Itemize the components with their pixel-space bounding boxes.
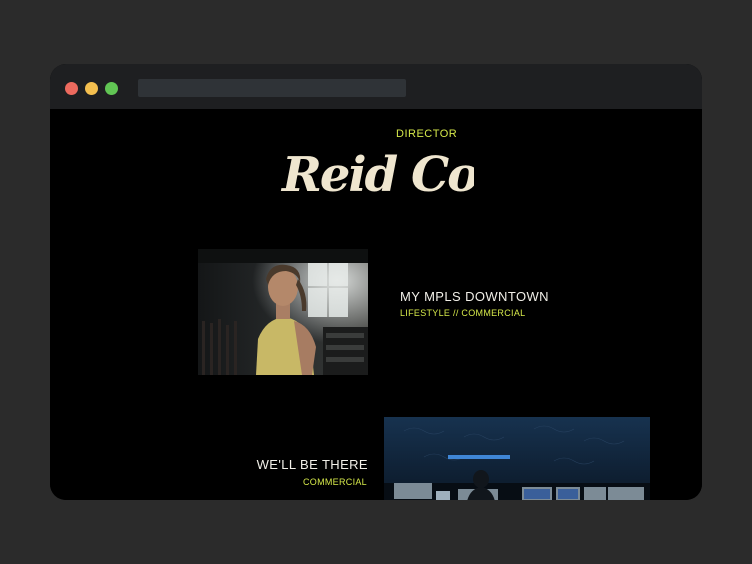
address-bar[interactable] xyxy=(138,79,406,97)
project-title[interactable]: WE'LL BE THERE xyxy=(257,457,368,472)
logo-wordmark: Reid Cole xyxy=(280,147,524,203)
project-title[interactable]: MY MPLS DOWNTOWN xyxy=(400,289,549,304)
browser-titlebar xyxy=(50,64,702,109)
project-thumbnail-well-be-there[interactable] xyxy=(384,417,650,500)
gym-portrait-image xyxy=(198,249,368,375)
project-tags: LIFESTYLE // COMMERCIAL xyxy=(400,308,526,318)
browser-window: DIRECTOR Reid Cole xyxy=(50,64,702,500)
close-window-button[interactable] xyxy=(65,82,78,95)
control-room-image xyxy=(384,417,650,500)
svg-text:Reid Cole: Reid Cole xyxy=(280,147,474,203)
minimize-window-button[interactable] xyxy=(85,82,98,95)
site-logo[interactable]: Reid Cole xyxy=(278,133,524,205)
portfolio-page: DIRECTOR Reid Cole xyxy=(50,109,702,500)
project-tags: COMMERCIAL xyxy=(302,477,367,487)
maximize-window-button[interactable] xyxy=(105,82,118,95)
project-thumbnail-my-mpls-downtown[interactable] xyxy=(198,249,368,375)
